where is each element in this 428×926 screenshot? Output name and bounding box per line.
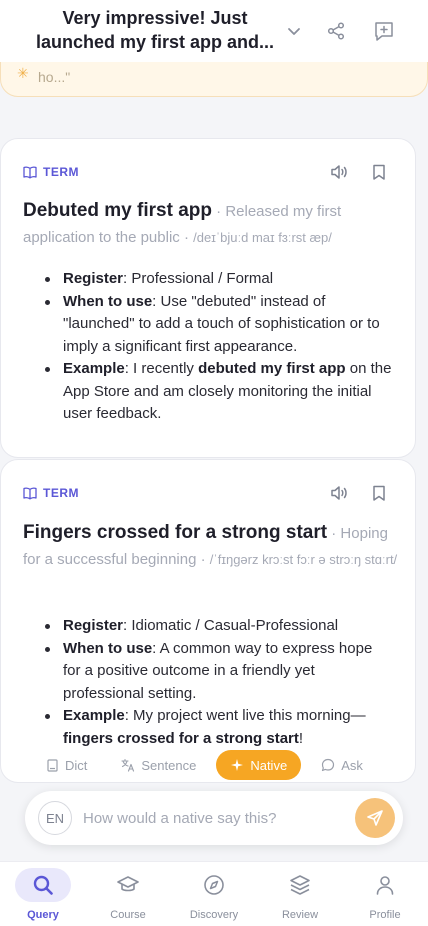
list-item: When to use: Use "debuted" instead of "l… <box>41 291 393 359</box>
term-details: Register: Professional / Formal When to … <box>41 268 393 426</box>
send-button[interactable] <box>355 798 395 838</box>
native-button[interactable]: Native <box>216 750 302 780</box>
bookmark-icon[interactable] <box>368 482 390 504</box>
term-card: TERM Fingers crossed for a strong start … <box>0 459 416 783</box>
nav-item-query[interactable]: Query <box>0 862 86 926</box>
nav-item-course[interactable]: Course <box>85 862 171 926</box>
ask-button[interactable]: Ask <box>307 750 377 780</box>
page-title: Very impressive! Just launched my first … <box>35 8 275 52</box>
dictionary-icon <box>47 758 58 772</box>
send-icon <box>367 810 383 826</box>
sparkle-icon: ✳ <box>17 65 29 81</box>
nav-item-profile[interactable]: Profile <box>342 862 428 926</box>
list-item: Register: Professional / Formal <box>41 268 393 291</box>
bookmark-icon[interactable] <box>368 161 390 183</box>
nav-item-discovery[interactable]: Discovery <box>171 862 257 926</box>
speaker-icon[interactable] <box>328 161 350 183</box>
sentence-button[interactable]: Sentence <box>107 750 211 780</box>
term-line: Fingers crossed for a strong start · Hop… <box>23 522 398 568</box>
speaker-icon[interactable] <box>328 482 350 504</box>
chat-bubble-icon <box>322 758 335 772</box>
share-icon[interactable] <box>323 18 349 44</box>
term-title: Debuted my first app <box>23 200 212 221</box>
list-item: Register: Idiomatic / Casual-Professiona… <box>41 615 393 638</box>
translate-icon <box>121 758 135 772</box>
banner-text: ho..." <box>38 69 71 85</box>
term-phonetic: /ˈfɪŋɡərz krɔːst fɔːr ə strɔːŋ stɑːrt/ <box>209 552 398 567</box>
list-item: When to use: A common way to express hop… <box>41 638 393 706</box>
sparkle-icon <box>231 759 244 771</box>
bottom-nav: Query Course Discovery Review Profile <box>0 861 428 926</box>
graduation-cap-icon <box>100 868 156 902</box>
term-card: TERM Debuted my first app · Released my … <box>0 138 416 458</box>
layers-icon <box>272 868 328 902</box>
chevron-down-icon[interactable] <box>281 18 307 44</box>
term-line: Debuted my first app · Released my first… <box>23 200 342 246</box>
term-tag: TERM <box>23 486 79 500</box>
book-icon <box>23 166 37 179</box>
term-details: Register: Idiomatic / Casual-Professiona… <box>41 615 393 750</box>
top-header: Very impressive! Just launched my first … <box>0 0 428 62</box>
language-toggle[interactable]: EN <box>38 801 72 835</box>
list-item: Example: My project went live this morni… <box>41 705 393 750</box>
query-bar: EN <box>25 791 403 845</box>
term-tag: TERM <box>23 165 79 179</box>
term-phonetic: /deɪˈbjuːd maɪ fɜːrst æp/ <box>193 230 332 245</box>
dict-button[interactable]: Dict <box>32 750 102 780</box>
book-icon <box>23 487 37 500</box>
list-item: Example: I recently debuted my first app… <box>41 358 393 426</box>
query-input[interactable] <box>83 806 343 830</box>
compass-icon <box>186 868 242 902</box>
mode-chips: Dict Sentence Native Ask <box>32 750 377 780</box>
user-icon <box>357 868 413 902</box>
search-icon <box>15 868 71 902</box>
nav-item-review[interactable]: Review <box>257 862 343 926</box>
term-title: Fingers crossed for a strong start <box>23 522 328 543</box>
new-chat-icon[interactable] <box>371 18 397 44</box>
